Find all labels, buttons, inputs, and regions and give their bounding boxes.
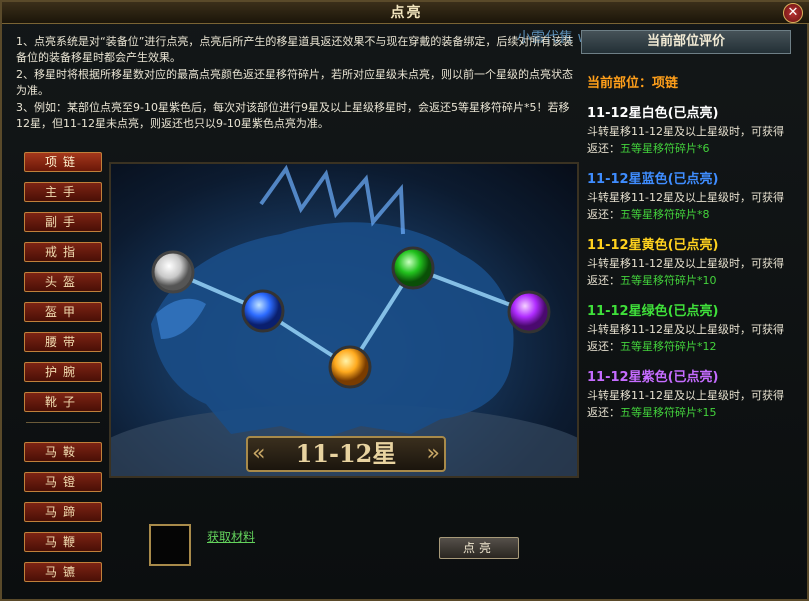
equipment-slot-list: 项链 主手 副手 戒指 头盔 盔甲 腰带 护腕 靴子 马鞍 马镫 马蹄 马鞭 马… — [22, 152, 104, 592]
orb-blue[interactable] — [241, 289, 285, 333]
tier-title: 11-12星白色(已点亮) — [587, 106, 719, 121]
slot-button-whip[interactable]: 马鞭 — [24, 532, 102, 552]
star-range-label: 11-12星 — [295, 439, 397, 468]
orb-white[interactable] — [151, 250, 195, 294]
light-up-window: 点亮 ✕ 小雷代售 www.xx.....com 1、点亮系统是对“装备位”进行… — [0, 0, 809, 601]
tier-title: 11-12星黄色(已点亮) — [587, 238, 719, 253]
tier-reward: 五等星移符碎片*12 — [620, 340, 717, 353]
orb-purple[interactable] — [507, 290, 551, 334]
slot-button-bracer[interactable]: 护腕 — [24, 362, 102, 382]
tier-reward: 五等星移符碎片*8 — [620, 208, 710, 221]
bottom-actions: 获取材料 点亮 — [109, 480, 579, 598]
slot-button-stirrup[interactable]: 马镫 — [24, 472, 102, 492]
light-up-button[interactable]: 点亮 — [439, 537, 519, 559]
slot-button-armor[interactable]: 盔甲 — [24, 302, 102, 322]
tier-reward: 五等星移符碎片*15 — [620, 406, 717, 419]
evaluation-panel: 当前部位评价 当前部位：项链 11-12星白色(已点亮) 斗转星移11-12星及… — [581, 30, 791, 600]
tier-title: 11-12星紫色(已点亮) — [587, 370, 719, 385]
tier-reward: 五等星移符碎片*10 — [620, 274, 717, 287]
current-part-label: 当前部位：项链 — [587, 76, 679, 91]
tier-desc: 斗转星移11-12星及以上星级时，可获得返还：五等星移符碎片*6 — [587, 123, 791, 157]
tier-yellow: 11-12星黄色(已点亮) 斗转星移11-12星及以上星级时，可获得返还：五等星… — [587, 237, 791, 289]
slot-button-saddle[interactable]: 马鞍 — [24, 442, 102, 462]
get-materials-link[interactable]: 获取材料 — [207, 528, 255, 545]
tier-title: 11-12星蓝色(已点亮) — [587, 172, 719, 187]
tier-title: 11-12星绿色(已点亮) — [587, 304, 719, 319]
tier-white: 11-12星白色(已点亮) 斗转星移11-12星及以上星级时，可获得返还：五等星… — [587, 105, 791, 157]
tier-purple: 11-12星紫色(已点亮) 斗转星移11-12星及以上星级时，可获得返还：五等星… — [587, 369, 791, 421]
chevron-right-icon: » — [426, 441, 440, 466]
beast-body — [151, 222, 514, 439]
intro-text: 1、点亮系统是对“装备位”进行点亮，点亮后所产生的移星道具返还效果不与现在穿戴的… — [16, 34, 576, 133]
tier-desc: 斗转星移11-12星及以上星级时，可获得返还：五等星移符碎片*10 — [587, 255, 791, 289]
tier-desc: 斗转星移11-12星及以上星级时，可获得返还：五等星移符碎片*15 — [587, 387, 791, 421]
slot-button-belt[interactable]: 腰带 — [24, 332, 102, 352]
title-bar: 点亮 ✕ — [2, 2, 809, 24]
sidebar-divider — [26, 422, 100, 434]
tier-desc: 斗转星移11-12星及以上星级时，可获得返还：五等星移符碎片*12 — [587, 321, 791, 355]
chevron-left-icon: « — [252, 441, 266, 466]
intro-line-1: 1、点亮系统是对“装备位”进行点亮，点亮后所产生的移星道具返还效果不与现在穿戴的… — [16, 35, 574, 64]
tier-reward: 五等星移符碎片*6 — [620, 142, 710, 155]
star-range-badge: « 11-12星 » — [246, 436, 446, 472]
slot-button-necklace[interactable]: 项链 — [24, 152, 102, 172]
intro-line-3: 3、例如：某部位点亮至9-10星紫色后，每次对该部位进行9星及以上星级移星时，会… — [16, 101, 570, 130]
window-title: 点亮 — [390, 5, 423, 21]
material-item-slot[interactable] — [149, 524, 191, 566]
slot-button-ring[interactable]: 戒指 — [24, 242, 102, 262]
slot-button-horseshoe[interactable]: 马蹄 — [24, 502, 102, 522]
intro-line-2: 2、移星时将根据所移星数对应的最高点亮颜色返还星移符碎片，若所对应星级未点亮，则… — [16, 68, 573, 97]
tier-desc: 斗转星移11-12星及以上星级时，可获得返还：五等星移符碎片*8 — [587, 189, 791, 223]
slot-button-boots[interactable]: 靴子 — [24, 392, 102, 412]
slot-button-bit[interactable]: 马镳 — [24, 562, 102, 582]
tier-blue: 11-12星蓝色(已点亮) 斗转星移11-12星及以上星级时，可获得返还：五等星… — [587, 171, 791, 223]
constellation-scene: « 11-12星 » — [109, 162, 579, 478]
panel-header: 当前部位评价 — [581, 30, 791, 54]
slot-button-main-hand[interactable]: 主手 — [24, 182, 102, 202]
orb-orange[interactable] — [328, 345, 372, 389]
orb-green[interactable] — [391, 246, 435, 290]
slot-button-helmet[interactable]: 头盔 — [24, 272, 102, 292]
close-button[interactable]: ✕ — [783, 3, 803, 23]
slot-button-off-hand[interactable]: 副手 — [24, 212, 102, 232]
tier-green: 11-12星绿色(已点亮) 斗转星移11-12星及以上星级时，可获得返还：五等星… — [587, 303, 791, 355]
beast-constellation-art — [111, 164, 577, 476]
